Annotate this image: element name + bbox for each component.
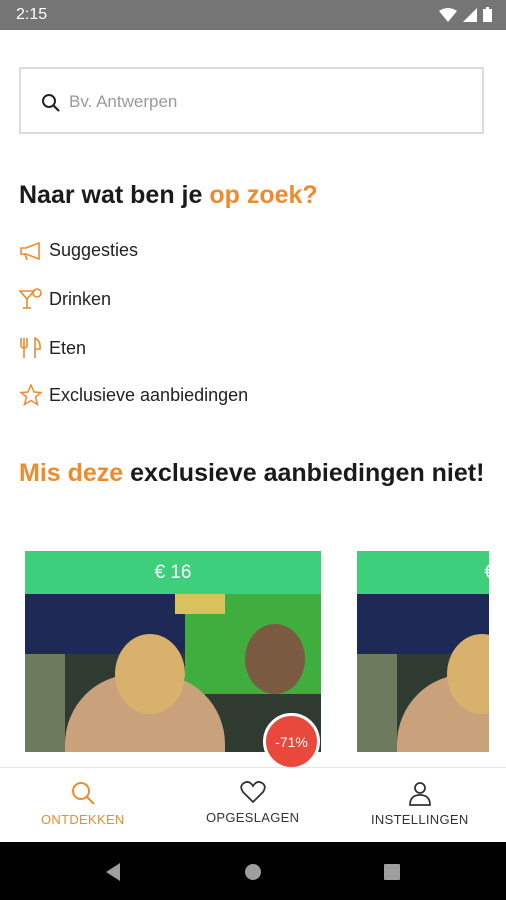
category-label: Eten <box>49 337 87 358</box>
title-accent: op zoek? <box>209 181 318 209</box>
discount-badge: -71% <box>263 713 320 770</box>
nav-label: INSTELLINGEN <box>371 812 469 827</box>
signal-icon <box>463 7 477 22</box>
bottom-navigation: ONTDEKKEN OPGESLAGEN INSTELLINGEN <box>0 767 506 842</box>
deal-card[interactable]: € <box>357 551 489 781</box>
search-icon <box>42 94 60 112</box>
status-icons <box>439 7 492 22</box>
battery-icon <box>483 7 492 22</box>
deal-price: € <box>357 551 489 594</box>
system-navigation-bar <box>0 842 506 900</box>
wifi-icon <box>439 7 457 22</box>
megaphone-icon <box>20 241 40 260</box>
title-rest: exclusieve aanbiedingen niet! <box>123 459 485 487</box>
status-bar: 2:15 <box>0 0 506 30</box>
search-input[interactable]: Bv. Antwerpen <box>19 67 484 134</box>
nav-ontdekken[interactable]: ONTDEKKEN <box>41 780 125 827</box>
back-icon[interactable] <box>104 862 122 882</box>
category-exclusieve-aanbiedingen[interactable]: Exclusieve aanbiedingen <box>19 384 248 406</box>
category-label: Exclusieve aanbiedingen <box>49 384 249 405</box>
status-time: 2:15 <box>16 6 48 23</box>
title-prefix: Naar wat ben je <box>19 181 210 209</box>
nav-instellingen[interactable]: INSTELLINGEN <box>371 780 469 827</box>
deal-price: € 16 <box>25 551 321 594</box>
home-icon[interactable] <box>244 863 262 881</box>
cocktail-icon <box>19 288 42 309</box>
cutlery-icon <box>20 337 41 358</box>
heart-icon <box>240 781 266 804</box>
category-eten[interactable]: Eten <box>19 337 86 359</box>
category-label: Suggesties <box>49 240 139 260</box>
title-accent: Mis deze <box>19 459 124 487</box>
search-section-title: Naar wat ben je op zoek? <box>19 181 318 210</box>
recents-icon[interactable] <box>383 863 401 881</box>
nav-opgeslagen[interactable]: OPGESLAGEN <box>206 780 299 825</box>
nav-label: OPGESLAGEN <box>206 810 300 825</box>
category-drinken[interactable]: Drinken <box>19 288 111 310</box>
deals-section-title: Mis deze exclusieve aanbiedingen niet! <box>19 450 489 496</box>
person-icon <box>408 782 431 806</box>
star-icon <box>19 384 43 406</box>
category-label: Drinken <box>49 288 112 309</box>
deal-price-text: € <box>484 562 489 584</box>
deal-photo <box>357 594 489 752</box>
search-placeholder: Bv. Antwerpen <box>69 92 178 111</box>
category-suggesties[interactable]: Suggesties <box>19 240 138 261</box>
search-icon <box>71 782 95 805</box>
nav-label: ONTDEKKEN <box>41 812 125 827</box>
